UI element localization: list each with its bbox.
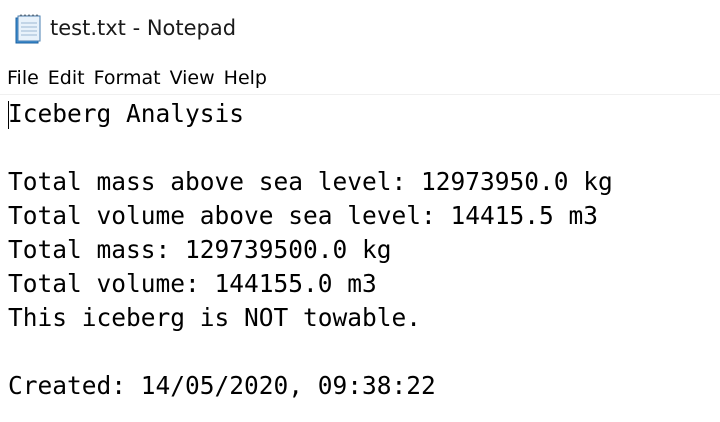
document-line-6: Total volume: 144155.0 m3 xyxy=(8,269,377,298)
menu-divider xyxy=(0,94,720,95)
notepad-window: test.txt - Notepad File Edit Format View… xyxy=(0,0,720,422)
title-bar[interactable]: test.txt - Notepad xyxy=(0,0,720,58)
menu-edit[interactable]: Edit xyxy=(45,62,88,94)
document-line-1: Iceberg Analysis xyxy=(8,99,245,128)
document-line-4: Total volume above sea level: 14415.5 m3 xyxy=(8,201,599,230)
document-line-7: This iceberg is NOT towable. xyxy=(8,303,422,332)
menu-help[interactable]: Help xyxy=(221,62,270,94)
window-title: test.txt - Notepad xyxy=(50,16,237,40)
document-line-3: Total mass above sea level: 12973950.0 k… xyxy=(8,167,613,196)
document-line-5: Total mass: 129739500.0 kg xyxy=(8,235,392,264)
menu-format[interactable]: Format xyxy=(91,62,164,94)
menu-view[interactable]: View xyxy=(167,62,218,94)
menu-file[interactable]: File xyxy=(4,62,42,94)
menu-bar: File Edit Format View Help xyxy=(0,62,720,94)
document-line-9: Created: 14/05/2020, 09:38:22 xyxy=(8,371,436,400)
notepad-icon xyxy=(12,14,44,46)
